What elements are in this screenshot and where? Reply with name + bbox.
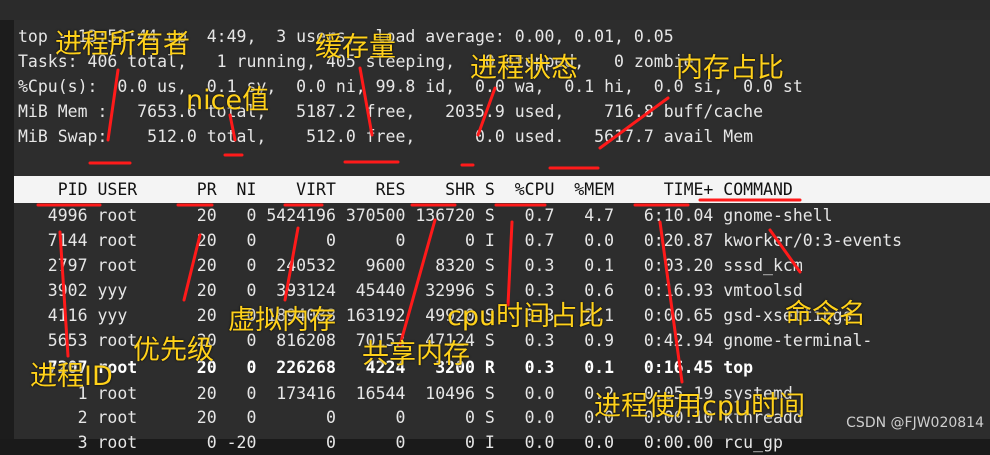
annotation-command: 命令名 — [785, 299, 866, 330]
annotation-priority: 优先级 — [133, 335, 214, 366]
terminal-scrollbar[interactable] — [0, 20, 14, 439]
annotation-state: 进程状态 — [470, 53, 578, 84]
table-row: 2797 root 20 0 240532 9600 8320 S 0.3 0.… — [18, 256, 803, 275]
window-titlebar — [0, 0, 990, 20]
annotation-mem-ratio: 内存占比 — [676, 53, 784, 84]
annotation-virt: 虚拟内存 — [228, 305, 336, 336]
annotation-owner: 进程所有者 — [55, 29, 190, 60]
annotation-shared: 共享内存 — [362, 339, 470, 370]
table-row: 4996 root 20 0 5424196 370500 136720 S 0… — [18, 206, 833, 225]
summary-mem-line: MiB Mem : 7653.6 total, 5187.2 free, 203… — [18, 102, 764, 121]
annotation-nice: nice值 — [186, 85, 270, 116]
column-headers: PID USER PR NI VIRT RES SHR S %CPU %MEM … — [18, 180, 793, 199]
summary-swap-line: MiB Swap: 512.0 total, 512.0 free, 0.0 u… — [18, 127, 754, 146]
watermark: CSDN @FJW020814 — [846, 415, 984, 431]
table-row: 7144 root 20 0 0 0 0 I 0.7 0.0 0:20.87 k… — [18, 231, 903, 250]
annotation-cpu-time: 进程使用cpu时间 — [594, 391, 806, 422]
table-row: 3902 yyy 20 0 393124 45440 32996 S 0.3 0… — [18, 281, 803, 300]
annotation-cpu-ratio: cpu时间占比 — [447, 301, 605, 332]
process-table-header: PID USER PR NI VIRT RES SHR S %CPU %MEM … — [14, 176, 990, 203]
table-row: 3 root 0 -20 0 0 0 I 0.0 0.0 0:00.00 rcu… — [18, 433, 783, 452]
table-row: 4116 yyy 20 0 1894088 163192 49920 S 0.3… — [18, 306, 853, 325]
annotation-pid: 进程ID — [30, 361, 113, 392]
annotation-buffer: 缓存量 — [315, 32, 396, 63]
